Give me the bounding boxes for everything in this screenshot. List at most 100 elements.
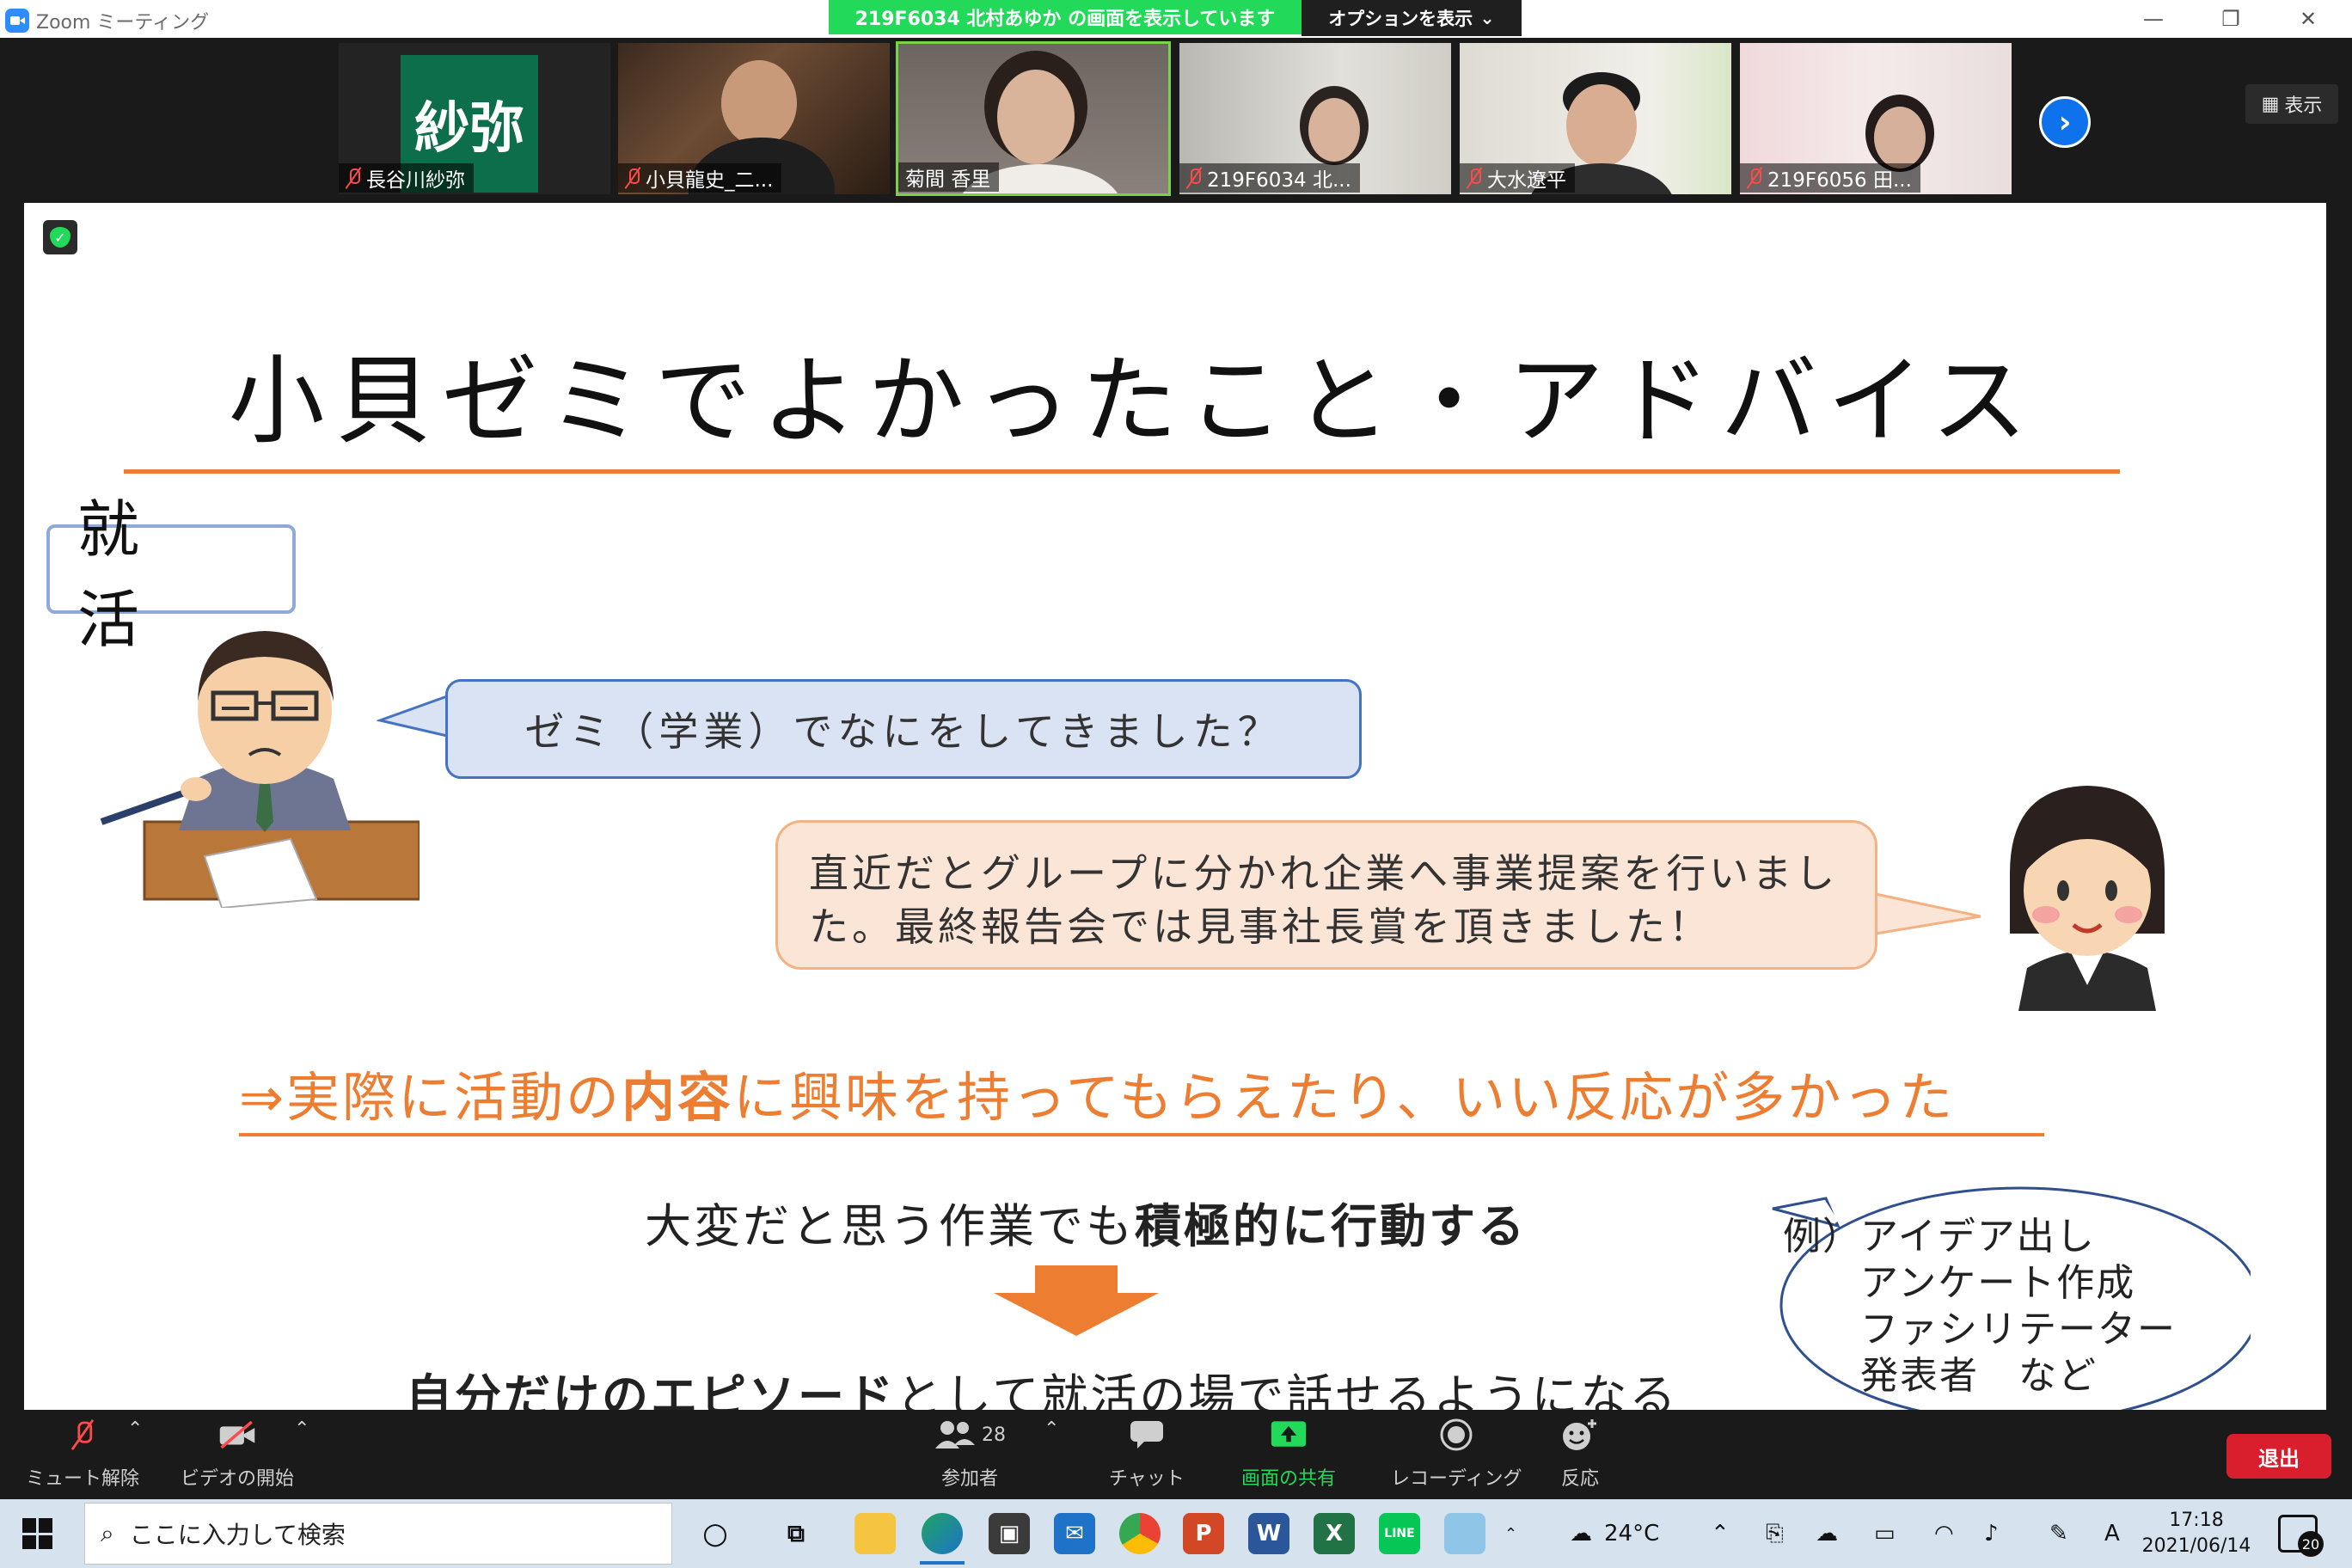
participant-label: 長谷川紗弥: [339, 163, 474, 193]
answer-bubble: 直近だとグループに分かれ企業へ事業提案を行いまし た。最終報告会では見事社長賞を…: [775, 820, 1877, 970]
takeaway-text: ⇒実際に活動の: [239, 1066, 622, 1129]
example-item: 発表者 など: [1860, 1354, 2098, 1398]
store-icon[interactable]: ▣: [989, 1513, 1030, 1554]
question-bubble-tail: [377, 694, 451, 738]
key-takeaway: ⇒実際に活動の内容に興味を持ってもらえたり、いい反応が多かった: [239, 1054, 2044, 1136]
participants-caret-icon[interactable]: ⌃: [1044, 1418, 1059, 1440]
reactions-button[interactable]: 反応: [1561, 1418, 1599, 1491]
restore-button[interactable]: ❐: [2192, 0, 2269, 38]
weather-temp: 24°C: [1604, 1521, 1660, 1547]
hidden-icons-caret-icon[interactable]: ⌃: [1711, 1499, 1730, 1568]
notes-app-icon[interactable]: [1444, 1513, 1485, 1554]
smiley-plus-icon: [1561, 1418, 1599, 1451]
video-off-icon: [218, 1418, 256, 1451]
example-item: アンケート作成: [1860, 1261, 2136, 1305]
participant-name: 菊間 香里: [905, 168, 991, 191]
mail-icon[interactable]: ✉: [1054, 1513, 1095, 1554]
task-view-icon[interactable]: ⧉: [775, 1513, 817, 1554]
chat-label: チャット: [1109, 1468, 1185, 1490]
unmute-button[interactable]: ミュート解除: [26, 1418, 139, 1491]
title-underline: [124, 469, 2120, 474]
taskbar-search-box[interactable]: ⌕ ここに入力して検索: [84, 1503, 672, 1565]
view-layout-label: 表示: [2284, 95, 2323, 117]
notification-center-icon[interactable]: 20: [2278, 1515, 2324, 1557]
participant-label: 小貝龍史_二...: [618, 163, 782, 193]
participant-tile[interactable]: 219F6056 田...: [1738, 41, 2013, 196]
notification-count: 20: [2298, 1531, 2324, 1557]
participant-label: 菊間 香里: [898, 162, 1000, 192]
participant-name: 219F6056 田...: [1767, 169, 1912, 192]
mic-muted-icon: [1467, 167, 1482, 189]
view-options-button[interactable]: オプションを表示 ⌄: [1302, 0, 1522, 36]
takeaway-emphasis: 内容: [621, 1066, 733, 1129]
chat-bubble-icon: [1128, 1418, 1166, 1451]
participant-video-face: [1874, 107, 1926, 168]
video-options-caret-icon[interactable]: ⌃: [294, 1418, 309, 1440]
participant-tile[interactable]: 大水遼平: [1458, 41, 1733, 196]
next-page-arrow-icon[interactable]: ›: [2039, 96, 2091, 148]
topic-tag: 就 活: [46, 493, 296, 656]
word-icon[interactable]: W: [1248, 1513, 1289, 1554]
meeting-controls: ミュート解除 ⌃ ビデオの開始 ⌃ 28 参加者 ⌃ チャット 画面の共有 レコ…: [0, 1410, 2352, 1499]
participant-tile-active-speaker[interactable]: 菊間 香里: [896, 41, 1171, 196]
interviewer-illustration: [100, 631, 420, 908]
example-item: ファシリテーター: [1860, 1308, 2177, 1351]
view-layout-button[interactable]: ▦ 表示: [2245, 84, 2338, 124]
record-button[interactable]: レコーディング: [1391, 1418, 1522, 1491]
result-line: 自分だけのエピソードとして就活の場で話せるようになる: [406, 1358, 1678, 1410]
onedrive-cloud-icon[interactable]: ☁: [1816, 1499, 1838, 1568]
clock-time: 17:18: [2169, 1510, 2224, 1531]
powerpoint-icon[interactable]: P: [1183, 1513, 1224, 1554]
audio-options-caret-icon[interactable]: ⌃: [127, 1418, 143, 1440]
close-button[interactable]: ✕: [2269, 0, 2347, 38]
participant-video-face: [721, 60, 797, 146]
system-clock[interactable]: 17:18 2021/06/14: [2141, 1508, 2252, 1559]
advice-line: 大変だと思う作業でも積極的に行動する: [645, 1188, 1527, 1256]
minimize-button[interactable]: —: [2115, 0, 2192, 38]
video-thumbnail-strip: 紗弥 長谷川紗弥 小貝龍史_二... 菊間 香里 219F6034 北... 大…: [0, 38, 2352, 203]
leave-meeting-button[interactable]: 退出: [2226, 1434, 2331, 1479]
windows-start-icon[interactable]: [22, 1518, 53, 1549]
participant-video-face: [997, 70, 1075, 164]
ime-indicator[interactable]: A: [2104, 1499, 2120, 1568]
result-text: として就活の場で話せるようになる: [896, 1369, 1679, 1410]
participant-tile[interactable]: 紗弥 長谷川紗弥: [337, 41, 612, 196]
wifi-icon[interactable]: ◠: [1934, 1499, 1954, 1568]
clock-date: 2021/06/14: [2141, 1535, 2251, 1557]
share-screen-label: 画面の共有: [1241, 1468, 1337, 1490]
chat-button[interactable]: チャット: [1109, 1418, 1185, 1491]
participant-tile[interactable]: 219F6034 北...: [1178, 41, 1453, 196]
example-prefix: 例）: [1783, 1215, 1862, 1259]
file-explorer-icon[interactable]: [854, 1513, 896, 1554]
pen-icon[interactable]: ✎: [2049, 1499, 2068, 1568]
excel-icon[interactable]: X: [1314, 1513, 1355, 1554]
takeaway-text: に興味を持ってもらえたり、いい反応が多かった: [732, 1066, 1956, 1129]
question-bubble: ゼミ（学業）でなにをしてきました？: [445, 679, 1362, 779]
search-placeholder: ここに入力して検索: [129, 1521, 346, 1549]
participants-button[interactable]: 28 参加者: [927, 1418, 1013, 1491]
cortana-icon[interactable]: ○: [695, 1513, 736, 1554]
volume-icon[interactable]: ♪: [1984, 1499, 1999, 1568]
participant-label: 219F6056 田...: [1740, 163, 1920, 193]
advice-text: 大変だと思う作業でも: [645, 1199, 1135, 1253]
start-video-button[interactable]: ビデオの開始: [181, 1418, 294, 1491]
edge-browser-icon[interactable]: [922, 1513, 963, 1554]
chrome-icon[interactable]: [1119, 1513, 1161, 1554]
student-illustration: [2010, 786, 2165, 1011]
meet-now-icon[interactable]: ⎘: [1766, 1499, 1784, 1568]
active-app-indicator: [920, 1561, 965, 1565]
mic-muted-icon: [64, 1418, 101, 1451]
line-app-icon[interactable]: LINE: [1379, 1513, 1420, 1554]
example-item: アイデア出し: [1860, 1215, 2096, 1259]
record-label: レコーディング: [1391, 1468, 1522, 1490]
mic-muted-icon: [625, 167, 640, 189]
share-screen-button[interactable]: 画面の共有: [1241, 1418, 1336, 1491]
participant-name: 219F6034 北...: [1207, 169, 1351, 192]
battery-icon[interactable]: ▭: [1874, 1499, 1896, 1568]
participant-tile[interactable]: 小貝龍史_二...: [616, 41, 891, 196]
down-arrow-icon: [994, 1265, 1159, 1336]
taskbar-scroll-icon[interactable]: ⌃: [1504, 1499, 1517, 1568]
weather-widget[interactable]: ☁ 24°C: [1570, 1499, 1659, 1568]
answer-line: た。最終報告会では見事社長賞を頂きました！: [809, 903, 1712, 950]
encryption-shield-icon[interactable]: ✓: [43, 220, 77, 254]
